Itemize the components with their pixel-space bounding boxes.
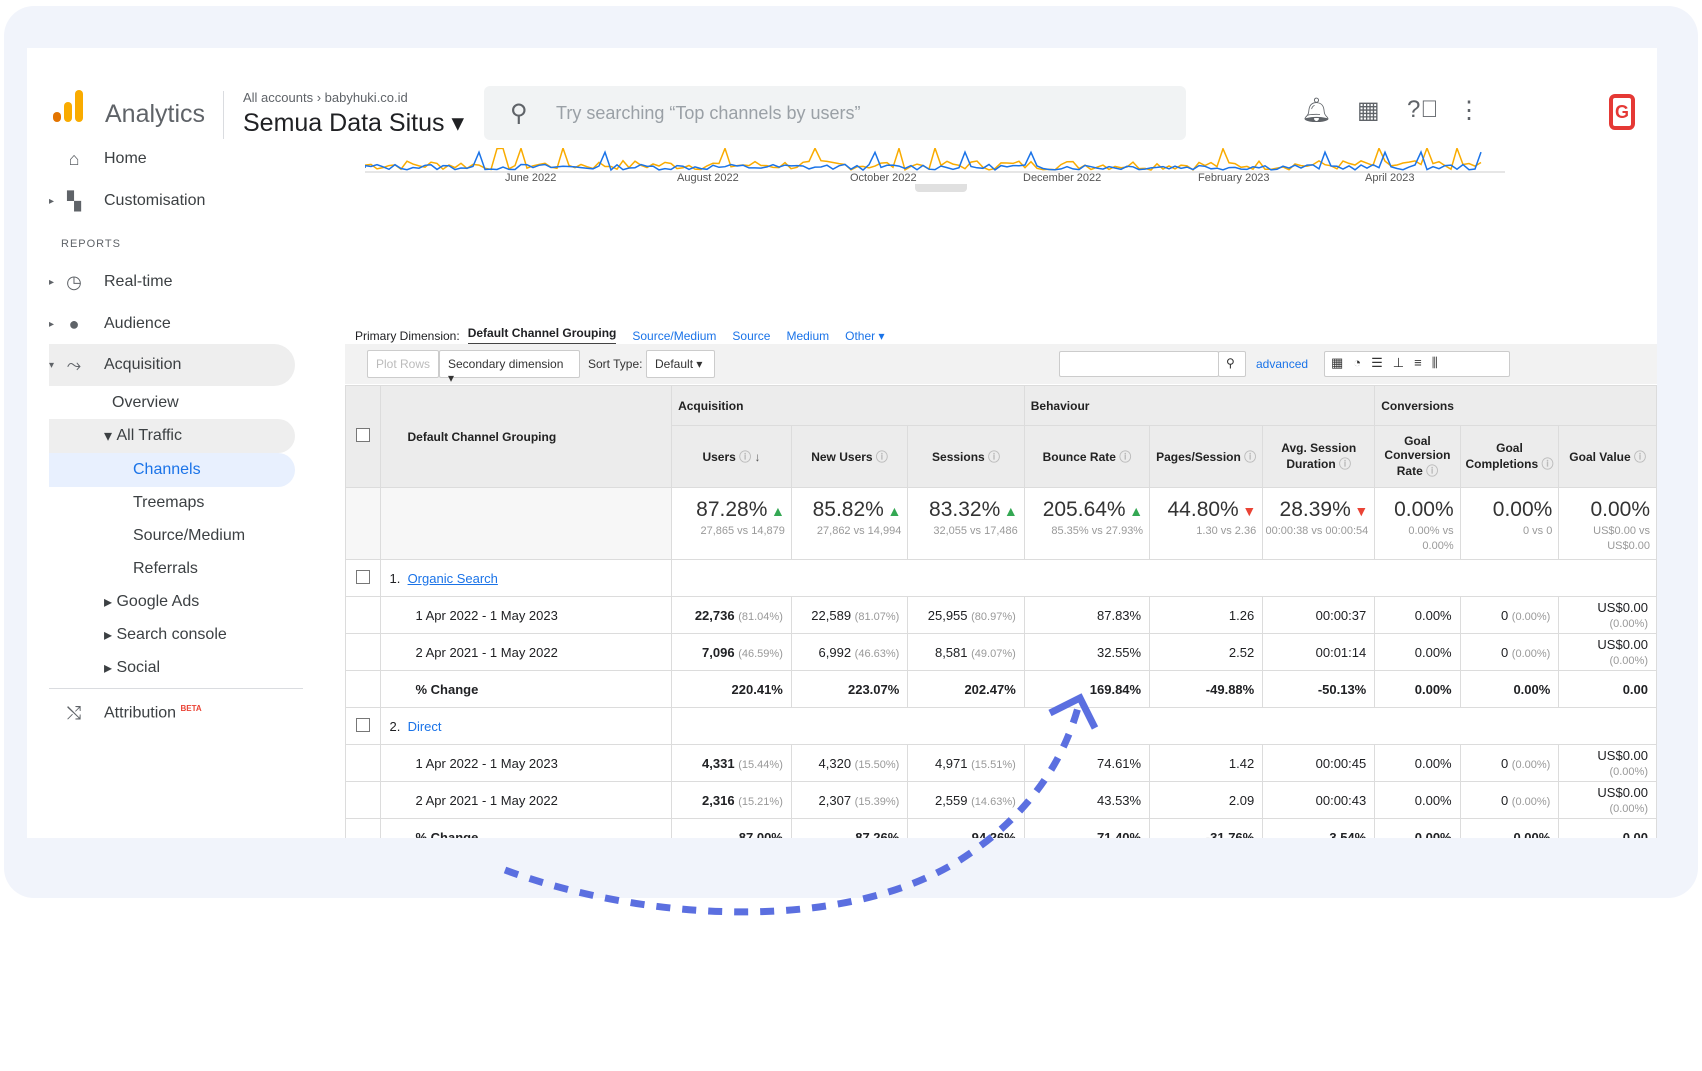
help-icon[interactable]: ?⃝ — [1407, 96, 1438, 124]
view-toggle-group[interactable]: ▦◔☰⊥≡⫼ — [1324, 351, 1510, 377]
column-header[interactable]: Goal Conversion Rate ⓘ — [1374, 425, 1461, 488]
column-header[interactable]: Goal Completions ⓘ — [1459, 425, 1560, 488]
clock-icon: ◷ — [66, 271, 82, 292]
select-all-checkbox[interactable] — [356, 428, 371, 442]
table-row: 1 Apr 2022 - 1 May 2023 22,736 (81.04%) 22… — [345, 596, 1657, 634]
dimension-source-medium[interactable]: Source/Medium — [632, 329, 716, 343]
sidebar-item-home[interactable]: ⌂ Home — [49, 148, 319, 180]
reports-heading: REPORTS — [61, 238, 121, 250]
summary-cell: 0.00% US$0.00 vs US$0.00 — [1558, 487, 1657, 560]
chart-series-line — [365, 149, 1482, 172]
table-toolbar: Plot Rows Secondary dimension ▾ Sort Typ… — [345, 344, 1657, 385]
column-header[interactable]: Pages/Session ⓘ — [1149, 425, 1264, 488]
dashboard-icon: ▚ — [67, 190, 81, 211]
row-checkbox[interactable] — [356, 569, 371, 584]
sidebar-item-social[interactable]: ▸ Social — [104, 651, 160, 685]
sidebar-item-customisation[interactable]: ▸ ▚ Customisation — [49, 180, 319, 222]
sidebar-item-search-console[interactable]: ▸ Search console — [104, 618, 227, 652]
sidebar-item-google-ads[interactable]: ▸ Google Ads — [104, 585, 199, 619]
table-filter-input[interactable] — [1059, 351, 1219, 377]
summary-cell: 205.64% ▲ 85.35% vs 27.93% — [1023, 487, 1151, 560]
attribution-icon: ⤭ — [66, 702, 82, 723]
acquisition-icon: ⤳ — [66, 354, 82, 375]
sidebar: ⌂ Home ▸ ▚ Customisation REPORTS ▸ ◷ Real-tim… — [49, 148, 319, 838]
plot-rows-button[interactable]: Plot Rows — [367, 350, 440, 378]
sidebar-item-attribution[interactable]: ⤭ Attribution BETA — [49, 692, 319, 734]
channel-name[interactable]: 2. Direct — [380, 707, 673, 745]
column-header[interactable]: Sessions ⓘ — [907, 425, 1025, 488]
sidebar-item-treemaps[interactable]: Treemaps — [133, 486, 204, 520]
sidebar-item-audience[interactable]: ▸ ● Audience — [49, 303, 319, 345]
chart-axis-label: August 2022 — [677, 172, 739, 184]
summary-cell: 87.28% ▲ 27,865 vs 14,879 — [671, 487, 792, 560]
data-table: Default Channel Grouping Acquisition Behav… — [345, 385, 1657, 838]
top-bar: Analytics All accounts › babyhuki.co.id … — [27, 48, 1657, 148]
secondary-dimension-select[interactable]: Secondary dimension ▾ — [439, 350, 580, 385]
sidebar-item-realtime[interactable]: ▸ ◷ Real-time — [49, 261, 319, 303]
dimension-active[interactable]: Default Channel Grouping — [467, 326, 617, 345]
column-header[interactable]: New Users ⓘ — [790, 425, 909, 488]
table-row: 1 Apr 2022 - 1 May 2023 4,331 (15.44%) 4,3… — [345, 744, 1657, 782]
sort-type-label: Sort Type: — [588, 357, 643, 371]
sidebar-item-channels[interactable]: Channels — [49, 453, 295, 487]
group-header: Behaviour — [1023, 385, 1376, 426]
summary-cell: 28.39% ▼ 00:00:38 vs 00:00:54 — [1262, 487, 1376, 560]
more-icon[interactable]: ⋮ — [1457, 96, 1481, 125]
sidebar-item-overview[interactable]: Overview — [112, 386, 179, 420]
table-row: 2 Apr 2021 - 1 May 2022 2,316 (15.21%) 2,3… — [345, 781, 1657, 819]
analytics-screenshot: Analytics All accounts › babyhuki.co.id … — [27, 48, 1657, 838]
chart-axis-label: December 2022 — [1023, 172, 1102, 184]
home-icon: ⌂ — [68, 148, 80, 169]
table-row: % Change 220.41% 223.07% 202.47% 169.84% -49.… — [345, 670, 1657, 708]
sidebar-item-referrals[interactable]: Referrals — [133, 552, 198, 586]
row-checkbox[interactable] — [356, 717, 371, 732]
sidebar-item-all-traffic[interactable]: ▾ All Traffic — [49, 419, 295, 453]
search-icon: ⚲ — [510, 100, 528, 127]
column-header[interactable]: Users ⓘ ↓ — [671, 425, 792, 488]
column-header[interactable]: Bounce Rate ⓘ — [1023, 425, 1151, 488]
brand-logo: G — [1609, 94, 1635, 130]
table-row: 2 Apr 2021 - 1 May 2022 7,096 (46.59%) 6,9… — [345, 633, 1657, 671]
search-icon[interactable]: ⚲ — [1218, 351, 1246, 377]
report-area: June 2022 August 2022 October 2022 December… — [345, 148, 1657, 838]
breadcrumb[interactable]: All accounts › babyhuki.co.id — [243, 90, 408, 105]
table-row: % Change 87.00% 87.26% 94.26% 71.40% -31.76% 3… — [345, 818, 1657, 838]
channel-name[interactable]: 1. Organic Search — [380, 559, 673, 597]
summary-cell: 85.82% ▲ 27,862 vs 14,994 — [790, 487, 909, 560]
bell-icon[interactable]: 🔔︎ — [1301, 96, 1331, 125]
dimension-source[interactable]: Source — [732, 329, 770, 343]
group-header: Acquisition — [671, 385, 1025, 426]
search-input[interactable]: Try searching “Top channels by users” — [556, 103, 860, 124]
chart-collapse-handle[interactable] — [915, 184, 967, 192]
chart-axis-label: February 2023 — [1198, 172, 1270, 184]
chart-axis-label: June 2022 — [505, 172, 557, 184]
dimension-other[interactable]: Other ▾ — [845, 329, 884, 343]
chart-axis-label: October 2022 — [850, 172, 917, 184]
divider — [223, 91, 224, 139]
chart-axis-label: April 2023 — [1365, 172, 1415, 184]
summary-cell: 0.00% 0.00% vs 0.00% — [1374, 487, 1461, 560]
dimension-medium[interactable]: Medium — [786, 329, 829, 343]
column-header[interactable]: Goal Value ⓘ — [1558, 425, 1657, 488]
summary-cell: 0.00% 0 vs 0 — [1459, 487, 1560, 560]
primary-dimension-bar: Primary Dimension: Default Channel Group… — [355, 326, 885, 345]
column-header[interactable]: Avg. Session Duration ⓘ — [1262, 425, 1376, 488]
person-icon: ● — [68, 313, 80, 334]
analytics-logo — [53, 90, 85, 122]
advanced-link[interactable]: advanced — [1256, 357, 1308, 371]
group-header: Conversions — [1374, 385, 1657, 426]
summary-cell: 83.32% ▲ 32,055 vs 17,486 — [907, 487, 1025, 560]
app-name: Analytics — [105, 100, 206, 128]
divider — [49, 688, 303, 689]
apps-icon[interactable]: ▦ — [1357, 96, 1380, 125]
sidebar-item-source-medium[interactable]: Source/Medium — [133, 519, 245, 553]
search-bar[interactable]: ⚲ Try searching “Top channels by users” — [484, 86, 1186, 140]
sidebar-item-acquisition[interactable]: ▾ ⤳ Acquisition — [49, 344, 295, 386]
view-selector[interactable]: Semua Data Situs ▾ — [243, 108, 464, 138]
summary-cell: 44.80% ▼ 1.30 vs 2.36 — [1149, 487, 1264, 560]
dimension-header[interactable]: Default Channel Grouping — [380, 385, 673, 488]
sort-type-select[interactable]: Default ▾ — [646, 350, 715, 378]
